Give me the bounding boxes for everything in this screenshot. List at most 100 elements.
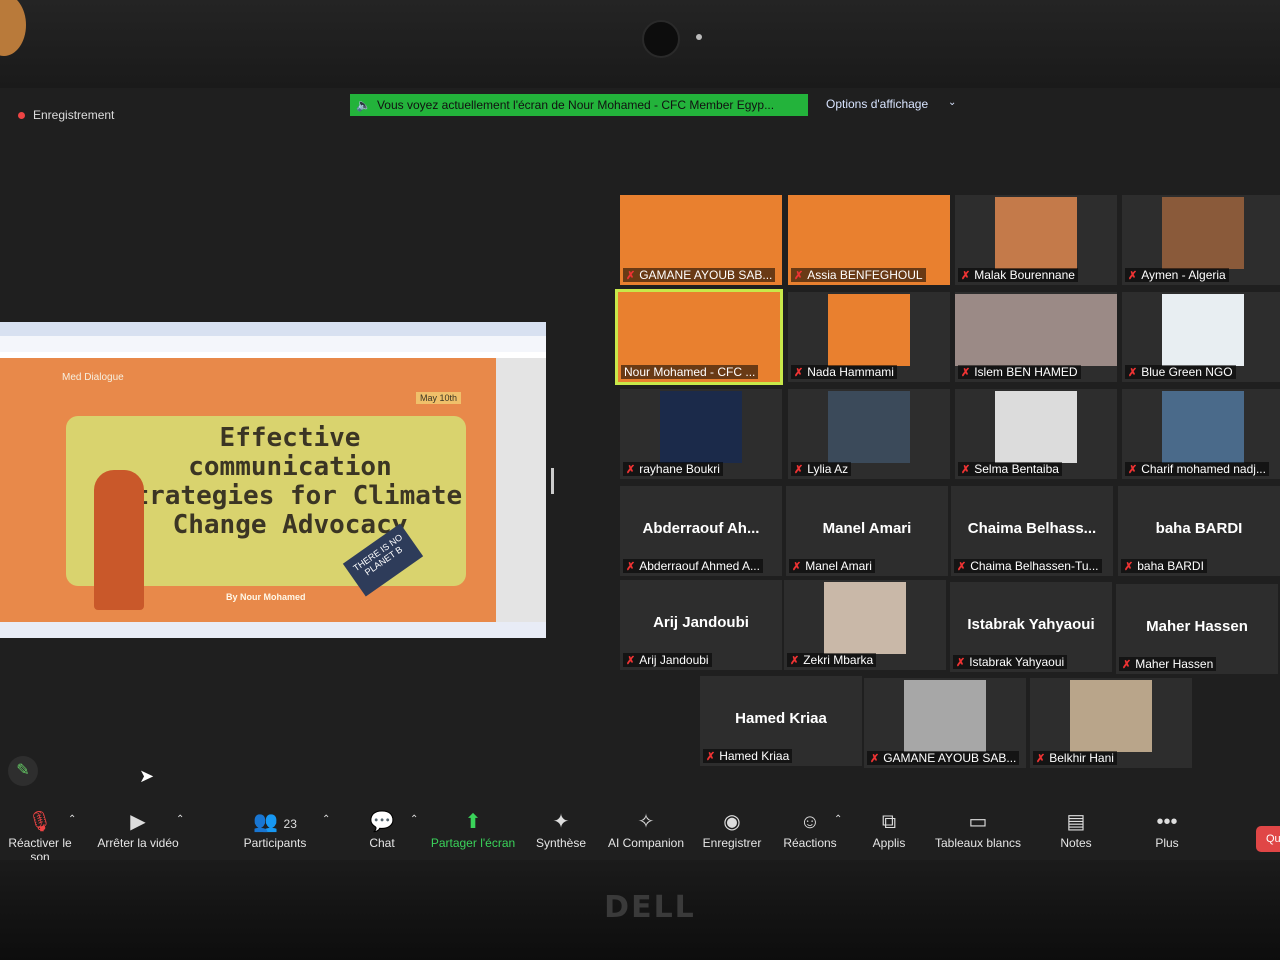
more-button[interactable]: ••• Plus [1146,808,1188,850]
participant-display-name: Istabrak Yahyaoui [967,616,1095,633]
summary-button[interactable]: ✦ Synthèse [534,808,588,850]
participant-name: Istabrak Yahyaoui [969,655,1065,669]
participant-tile[interactable]: ✗ Zekri Mbarka [784,580,946,670]
notes-label: Notes [1060,836,1092,850]
participants-label: Participants [243,836,307,850]
participant-name: Malak Bourennane [974,268,1075,282]
whiteboards-button[interactable]: ▭ Tableaux blancs [930,808,1026,850]
mic-muted-icon: ✗ [626,463,636,476]
participant-name: baha BARDI [1137,559,1204,573]
participant-tile[interactable]: ✗ Islem BEN HAMED [955,292,1117,382]
participant-tile[interactable]: ✗ Nada Hammami [788,292,950,382]
view-options-button[interactable]: Options d'affichage [826,97,928,111]
leave-button[interactable]: Qu [1256,826,1280,852]
participant-name: Maher Hassen [1135,657,1214,671]
participant-tile[interactable]: Abderraouf Ah... ✗ Abderraouf Ahmed A... [620,486,782,576]
sparkle-icon: ✧ [637,811,655,833]
reactions-button[interactable]: ☺ Réactions [780,808,840,850]
webcam-light [696,34,702,40]
record-dot-icon [18,111,25,119]
share-screen-icon: ⬆ [464,811,482,833]
participant-name: Assia BENFEGHOUL [807,268,923,282]
participant-video [995,197,1077,269]
participant-tile[interactable]: ✗ Blue Green NGO [1122,292,1280,382]
mic-muted-icon: ✗ [961,366,971,379]
participant-tile[interactable]: Manel Amari ✗ Manel Amari [786,486,948,576]
recording-indicator[interactable]: Enregistrement [18,108,114,122]
share-screen-button[interactable]: ⬆ Partager l'écran [430,808,516,850]
participant-video [955,294,1117,366]
ai-companion-label: AI Companion [607,836,685,850]
apps-icon: ⧉ [881,811,897,833]
whiteboard-icon: ▭ [968,811,988,833]
participant-name: GAMANE AYOUB SAB... [883,751,1017,765]
participant-display-name: Arij Jandoubi [653,614,749,631]
participant-tile[interactable]: ✗ GAMANE AYOUB SAB... [620,195,782,285]
ai-companion-button[interactable]: ✧ AI Companion [604,808,688,850]
participants-count: 23 [283,817,297,831]
screen-share-banner: 🔈 Vous voyez actuellement l'écran de Nou… [350,94,808,116]
slide-logo: Med Dialogue [62,372,124,383]
caret-up-icon[interactable]: ⌃ [68,814,76,825]
participant-name: Blue Green NGO [1141,365,1233,379]
record-icon: ◉ [723,811,741,833]
participant-tile-active-speaker[interactable]: Nour Mohamed - CFC ... [615,289,783,385]
participant-tile[interactable]: Maher Hassen ✗ Maher Hassen [1116,584,1278,674]
mic-muted-icon: ✗ [626,269,636,282]
whiteboards-label: Tableaux blancs [934,836,1022,850]
participant-tile[interactable]: ✗ Assia BENFEGHOUL [788,195,950,285]
record-button[interactable]: ◉ Enregistrer [700,808,764,850]
mic-muted-icon: ✗ [1124,560,1134,573]
panel-resize-handle[interactable] [551,468,554,494]
reactions-label: Réactions [783,836,837,850]
caret-up-icon[interactable]: ⌃ [176,814,184,825]
participant-tile[interactable]: ✗ Belkhir Hani [1030,678,1192,768]
participants-icon: 👥 23 [253,811,297,833]
participant-tile[interactable]: baha BARDI ✗ baha BARDI [1118,486,1280,576]
apps-button[interactable]: ⧉ Applis [866,808,912,850]
stop-video-label: Arrêter la vidéo [97,836,179,850]
participant-name: Nour Mohamed - CFC ... [624,365,756,379]
participant-tile[interactable]: ✗ Malak Bourennane [955,195,1117,285]
mic-muted-icon: ✗ [706,750,716,763]
chevron-down-icon[interactable]: ⌄ [948,97,956,108]
participant-tile[interactable]: Hamed Kriaa ✗ Hamed Kriaa [700,676,862,766]
notes-button[interactable]: ▤ Notes [1054,808,1098,850]
summary-label: Synthèse [535,836,587,850]
more-dots-icon: ••• [1156,811,1178,833]
caret-up-icon[interactable]: ⌃ [834,814,842,825]
participant-name: Charif mohamed nadj... [1141,462,1266,476]
participant-name: Nada Hammami [807,365,894,379]
chat-bubble-icon: 💬 [369,811,395,833]
mic-muted-icon: ✗ [961,269,971,282]
mic-muted-icon: ✗ [1128,463,1138,476]
video-camera-icon: ▶ [130,811,146,833]
caret-up-icon[interactable]: ⌃ [322,814,330,825]
participant-tile[interactable]: ✗ Selma Bentaiba [955,389,1117,479]
participant-tile[interactable]: ✗ rayhane Boukri [620,389,782,479]
participant-display-name: Hamed Kriaa [735,710,827,727]
participant-tile[interactable]: ✗ GAMANE AYOUB SAB... [864,678,1026,768]
participant-tile[interactable]: Istabrak Yahyaoui ✗ Istabrak Yahyaoui [950,582,1112,672]
mic-muted-icon: ✗ [626,560,636,573]
mic-muted-icon: ✗ [1036,752,1046,765]
participant-tile[interactable]: ✗ Aymen - Algeria [1122,195,1280,285]
stop-video-button[interactable]: ▶ Arrêter la vidéo [96,808,180,850]
chat-button[interactable]: 💬 Chat [362,808,402,850]
annotate-pencil-icon[interactable]: ✎ [8,756,38,786]
participant-display-name: baha BARDI [1155,520,1243,537]
apps-label: Applis [872,836,906,850]
slide-title: Effective communication strategies for C… [117,423,463,540]
laptop-bezel-top [0,0,1280,88]
participants-button[interactable]: 👥 23 Participants [240,808,310,850]
participant-name: Hamed Kriaa [719,749,790,763]
participant-tile[interactable]: Arij Jandoubi ✗ Arij Jandoubi [620,580,782,670]
participant-tile[interactable]: Chaima Belhass... ✗ Chaima Belhassen-Tu..… [951,486,1113,576]
participant-display-name: Chaima Belhass... [967,520,1097,537]
mic-muted-icon: ✗ [961,463,971,476]
participant-video [904,680,986,752]
caret-up-icon[interactable]: ⌃ [410,814,418,825]
participant-tile[interactable]: ✗ Charif mohamed nadj... [1122,389,1280,479]
participant-name: GAMANE AYOUB SAB... [639,268,773,282]
participant-tile[interactable]: ✗ Lylia Az [788,389,950,479]
